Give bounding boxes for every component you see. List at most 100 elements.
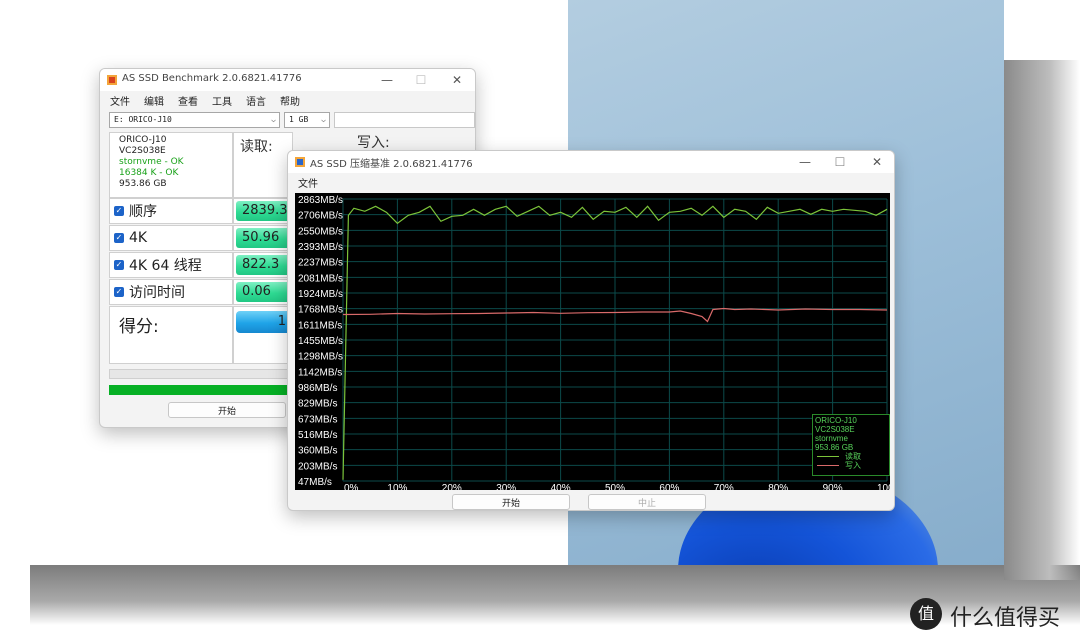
- progress-bar: [109, 385, 309, 395]
- driver-status: stornvme - OK: [119, 157, 184, 167]
- legend-write: 写入: [815, 461, 887, 470]
- extra-field: [334, 112, 475, 128]
- y-tick-label: 516MB/s: [298, 430, 337, 441]
- legend-read-swatch: [817, 456, 839, 458]
- checkbox-icon[interactable]: ✓: [114, 206, 124, 216]
- menu-file[interactable]: 文件: [298, 175, 318, 190]
- watermark-logo-icon: 值: [910, 598, 942, 630]
- x-tick-label: 100%: [877, 483, 890, 490]
- y-tick-label: 2081MB/s: [298, 273, 343, 284]
- compression-window-title: AS SSD 压缩基准 2.0.6821.41776: [310, 159, 473, 170]
- compression-menubar: 文件: [288, 173, 894, 191]
- menu-language[interactable]: 语言: [246, 93, 266, 108]
- compression-start-button[interactable]: 开始: [452, 494, 570, 510]
- maximize-icon[interactable]: ☐: [823, 153, 857, 171]
- main-titlebar: AS SSD Benchmark 2.0.6821.41776 — ☐ ✕: [100, 69, 475, 91]
- menu-help[interactable]: 帮助: [280, 93, 300, 108]
- start-button[interactable]: 开始: [168, 402, 286, 418]
- x-tick-label: 10%: [387, 483, 407, 490]
- test-label-access: 访问时间: [129, 285, 185, 301]
- y-tick-label: 360MB/s: [298, 446, 337, 457]
- menu-file[interactable]: 文件: [110, 93, 130, 108]
- y-tick-label: 2550MB/s: [298, 226, 343, 237]
- minimize-icon[interactable]: —: [788, 153, 822, 171]
- compression-stop-button[interactable]: 中止: [588, 494, 706, 510]
- menu-view[interactable]: 查看: [178, 93, 198, 108]
- result-4k64-read: 822.3: [236, 255, 290, 275]
- score-label: 得分:: [109, 306, 233, 364]
- drive-capacity: 953.86 GB: [119, 179, 167, 189]
- x-tick-label: 0%: [344, 483, 359, 490]
- drive-select[interactable]: E: ORICO-J10 ⌵: [109, 112, 280, 128]
- y-tick-label: 1611MB/s: [298, 320, 342, 331]
- y-tick-label: 1924MB/s: [298, 289, 343, 300]
- size-select[interactable]: 1 GB ⌵: [284, 112, 330, 128]
- menu-edit[interactable]: 编辑: [144, 93, 164, 108]
- test-label-4k: 4K: [129, 230, 148, 246]
- y-tick-label: 2706MB/s: [298, 211, 343, 222]
- alignment-status: 16384 K - OK: [119, 168, 179, 178]
- app-icon: [295, 157, 305, 167]
- y-tick-label: 203MB/s: [298, 461, 337, 472]
- legend-capacity: 953.86 GB: [815, 443, 854, 452]
- x-tick-label: 50%: [605, 483, 625, 490]
- result-cell-4k64: 822.3: [233, 252, 293, 278]
- x-tick-label: 60%: [659, 483, 679, 490]
- legend-read: 读取: [815, 452, 887, 461]
- result-4k-read: 50.96: [236, 228, 290, 248]
- backdrop-shadow-right: [1004, 60, 1080, 580]
- score-cell: 1: [233, 306, 293, 364]
- drive-info-box: ORICO-J10 VC2S038E stornvme - OK 16384 K…: [109, 132, 233, 198]
- checkbox-icon[interactable]: ✓: [114, 287, 124, 297]
- y-tick-label: 673MB/s: [298, 414, 337, 425]
- drive-name: ORICO-J10: [119, 135, 167, 145]
- menu-tools[interactable]: 工具: [212, 93, 232, 108]
- score-read: 1: [236, 311, 290, 333]
- chevron-down-icon: ⌵: [321, 115, 326, 124]
- x-tick-label: 20%: [442, 483, 462, 490]
- legend-drive-model: VC2S038E: [815, 425, 855, 434]
- chart-svg: 2863MB/s 2706MB/s 2550MB/s 2393MB/s 2237MB/s…: [298, 195, 894, 494]
- main-menubar: 文件 编辑 查看 工具 语言 帮助: [100, 91, 475, 109]
- read-header: 读取:: [233, 132, 293, 198]
- x-tick-label: 90%: [823, 483, 843, 490]
- y-tick-label: 2237MB/s: [298, 258, 343, 269]
- y-tick-label: 1768MB/s: [298, 305, 343, 316]
- drive-selection-row: E: ORICO-J10 ⌵ 1 GB ⌵: [109, 112, 475, 128]
- legend-write-label: 写入: [845, 461, 861, 470]
- progress-track: [109, 369, 309, 379]
- checkbox-icon[interactable]: ✓: [114, 233, 124, 243]
- result-cell-seq: 2839.3: [233, 198, 293, 224]
- y-tick-label: 1298MB/s: [298, 352, 343, 363]
- watermark-text: 什么值得买: [950, 606, 1061, 631]
- y-tick-label: 1455MB/s: [298, 336, 343, 347]
- legend-driver: stornvme: [815, 434, 848, 443]
- main-window-title: AS SSD Benchmark 2.0.6821.41776: [122, 73, 302, 84]
- compression-titlebar: AS SSD 压缩基准 2.0.6821.41776 — ☐ ✕: [288, 151, 894, 173]
- legend-read-label: 读取: [845, 452, 861, 461]
- close-icon[interactable]: ✕: [860, 153, 894, 171]
- x-tick-label: 70%: [714, 483, 734, 490]
- y-tick-label: 986MB/s: [298, 383, 337, 394]
- y-tick-label: 1142MB/s: [298, 367, 342, 378]
- checkbox-icon[interactable]: ✓: [114, 260, 124, 270]
- test-row-4k64: ✓ 4K 64 线程: [109, 252, 233, 278]
- x-tick-label: 80%: [768, 483, 788, 490]
- test-row-seq: ✓ 顺序: [109, 198, 233, 224]
- test-label-4k64: 4K 64 线程: [129, 258, 202, 274]
- chevron-down-icon: ⌵: [271, 115, 276, 124]
- result-seq-read: 2839.3: [236, 201, 290, 221]
- y-tick-label: 2393MB/s: [298, 242, 343, 253]
- compression-chart: 2863MB/s 2706MB/s 2550MB/s 2393MB/s 2237MB/s…: [295, 193, 894, 494]
- size-select-value: 1 GB: [289, 115, 309, 124]
- maximize-icon[interactable]: ☐: [404, 71, 438, 89]
- y-tick-label: 2863MB/s: [298, 195, 343, 206]
- legend-write-swatch: [817, 465, 839, 467]
- x-tick-label: 40%: [551, 483, 571, 490]
- y-tick-label: 829MB/s: [298, 399, 337, 410]
- result-cell-access: 0.06: [233, 279, 293, 305]
- result-cell-4k: 50.96: [233, 225, 293, 251]
- minimize-icon[interactable]: —: [370, 71, 404, 89]
- compression-benchmark-window: AS SSD 压缩基准 2.0.6821.41776 — ☐ ✕ 文件 2863…: [287, 150, 895, 511]
- close-icon[interactable]: ✕: [440, 71, 474, 89]
